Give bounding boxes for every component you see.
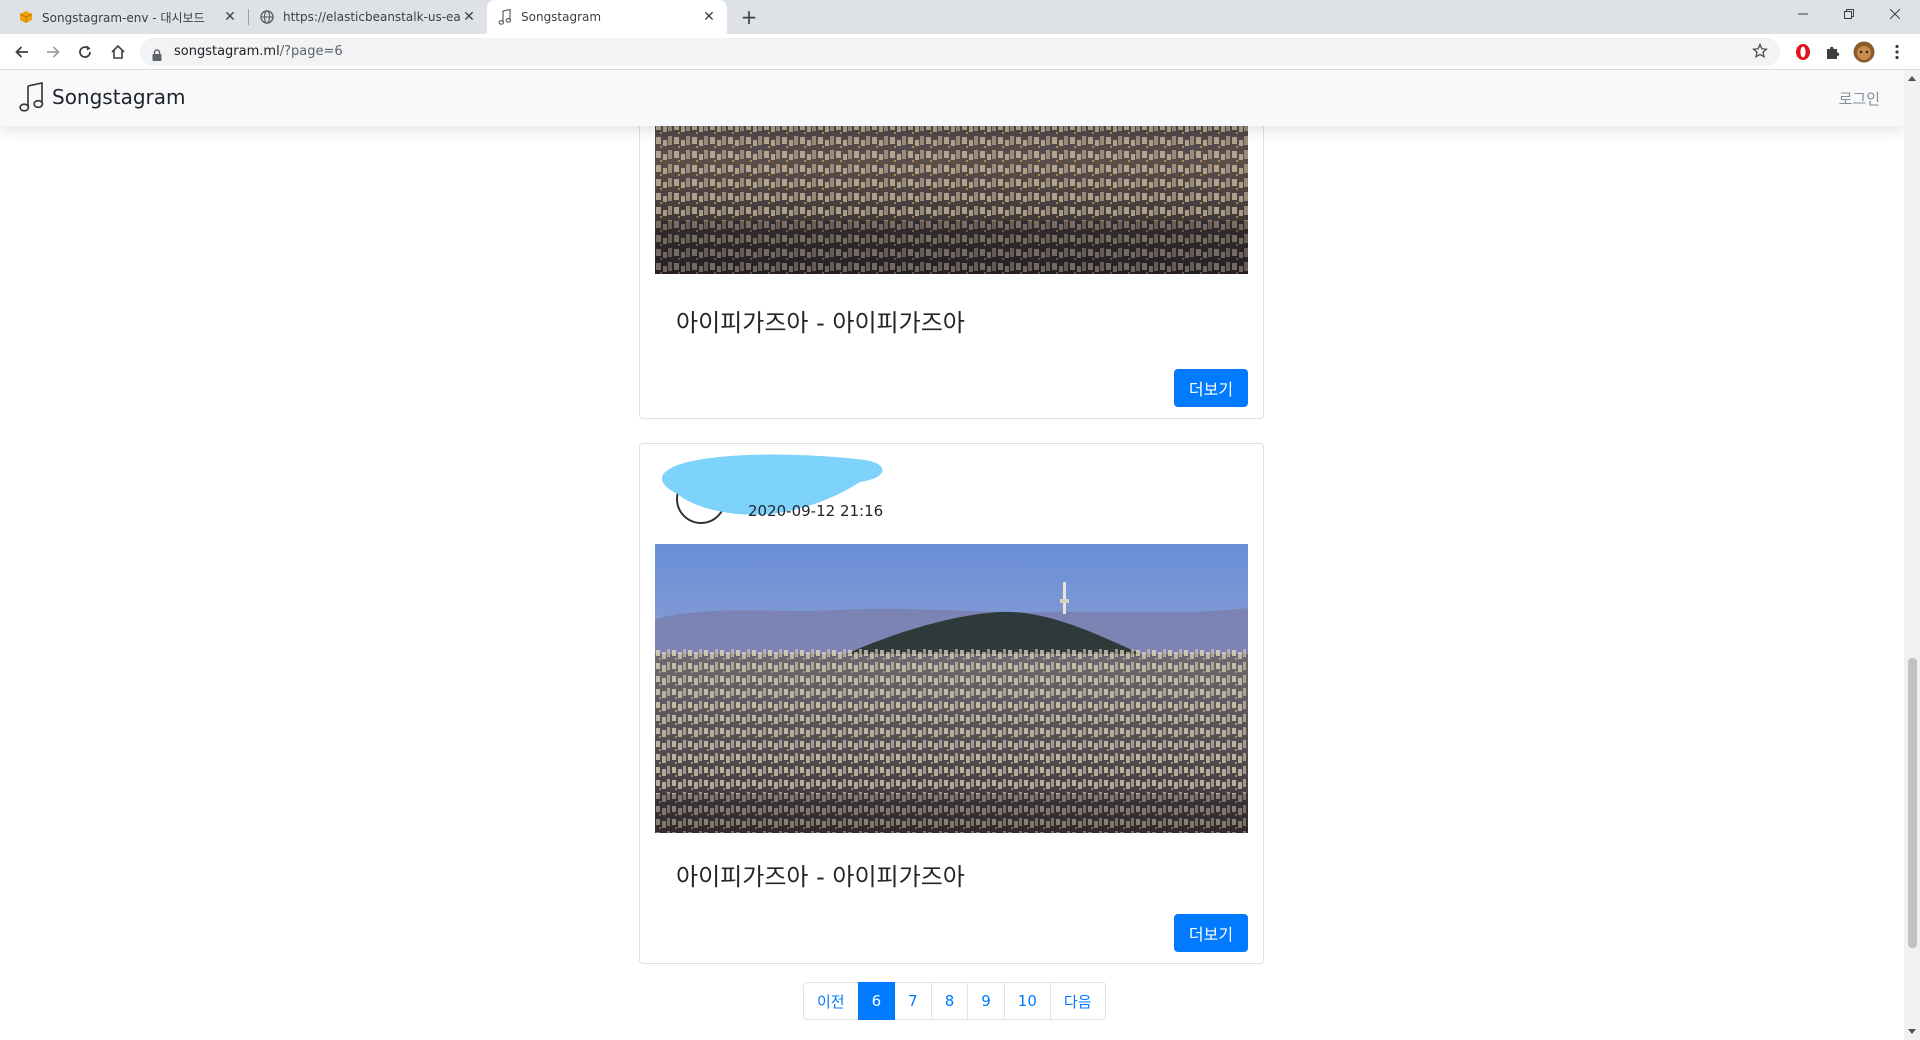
- login-link[interactable]: 로그인: [1839, 88, 1880, 109]
- opera-extension-icon[interactable]: [1792, 41, 1814, 63]
- window-close-icon[interactable]: [1872, 0, 1918, 28]
- close-icon[interactable]: ✕: [222, 9, 238, 25]
- tab-title: Songstagram-env - 대시보드: [42, 10, 205, 25]
- lock-icon: [152, 46, 162, 65]
- brand-link[interactable]: Songstagram: [18, 82, 185, 112]
- tab-elasticbeanstalk[interactable]: https://elasticbeanstalk-us-east- ✕: [249, 0, 487, 34]
- bookmark-star-icon[interactable]: [1752, 43, 1768, 63]
- url-host: songstagram.ml: [174, 44, 280, 59]
- forward-arrow-icon[interactable]: [39, 38, 67, 66]
- profile-avatar-icon[interactable]: [1853, 41, 1875, 63]
- browser-toolbar: songstagram.ml/?page=6: [0, 34, 1920, 70]
- url-path: /?page=6: [279, 44, 343, 59]
- more-button[interactable]: 더보기: [1174, 369, 1248, 407]
- tab-title: Songstagram: [521, 10, 602, 24]
- page-9[interactable]: 9: [967, 982, 1005, 1020]
- brand-name: Songstagram: [52, 85, 186, 109]
- more-button[interactable]: 더보기: [1174, 914, 1248, 952]
- tab-songstagram-env[interactable]: Songstagram-env - 대시보드 ✕: [8, 0, 248, 34]
- page-scrollbar[interactable]: [1904, 70, 1920, 1040]
- pagination: 이전 6 7 8 9 10 다음: [803, 982, 1106, 1020]
- page-8[interactable]: 8: [930, 982, 969, 1020]
- page-7[interactable]: 7: [894, 982, 932, 1020]
- page-6[interactable]: 6: [857, 982, 896, 1020]
- close-icon[interactable]: ✕: [701, 9, 717, 25]
- scroll-up-arrow-icon[interactable]: [1908, 76, 1916, 81]
- back-arrow-icon[interactable]: [8, 38, 36, 66]
- page-viewport: Songstagram 로그인 아이피가즈아 - 아이피가즈아 더보기 2020…: [0, 70, 1920, 1040]
- site-navbar: Songstagram 로그인: [0, 70, 1904, 126]
- restore-icon[interactable]: [1826, 0, 1872, 28]
- page-next[interactable]: 다음: [1049, 982, 1106, 1020]
- tab-songstagram[interactable]: Songstagram ✕: [487, 0, 727, 34]
- page-prev[interactable]: 이전: [803, 982, 859, 1020]
- browser-tab-strip: Songstagram-env - 대시보드 ✕ https://elastic…: [0, 0, 1920, 34]
- aws-box-icon: [18, 9, 34, 25]
- song-title: 아이피가즈아 - 아이피가즈아: [676, 863, 965, 891]
- new-tab-button[interactable]: +: [737, 5, 761, 29]
- url-text: songstagram.ml/?page=6: [174, 44, 343, 59]
- extensions-puzzle-icon[interactable]: [1822, 41, 1844, 63]
- scrollbar-thumb[interactable]: [1908, 658, 1917, 948]
- home-icon[interactable]: [104, 38, 132, 66]
- post-image[interactable]: [655, 544, 1248, 833]
- post-card: 2020-09-12 21:16 아이피가즈아 - 아이피가즈아 더보기: [639, 443, 1264, 964]
- post-date: 2020-09-12 21:16: [748, 502, 884, 520]
- song-title: 아이피가즈아 - 아이피가즈아: [676, 309, 965, 337]
- close-icon[interactable]: ✕: [461, 9, 477, 25]
- reload-icon[interactable]: [71, 38, 99, 66]
- music-note-icon: [497, 9, 513, 25]
- page-10[interactable]: 10: [1003, 982, 1051, 1020]
- music-note-icon: [18, 82, 46, 112]
- address-bar[interactable]: songstagram.ml/?page=6: [140, 38, 1780, 66]
- minimize-icon[interactable]: [1780, 0, 1826, 28]
- kebab-menu-icon[interactable]: [1886, 41, 1908, 63]
- scroll-down-arrow-icon[interactable]: [1908, 1029, 1916, 1034]
- tab-title: https://elasticbeanstalk-us-east-: [283, 10, 461, 24]
- globe-icon: [259, 9, 275, 25]
